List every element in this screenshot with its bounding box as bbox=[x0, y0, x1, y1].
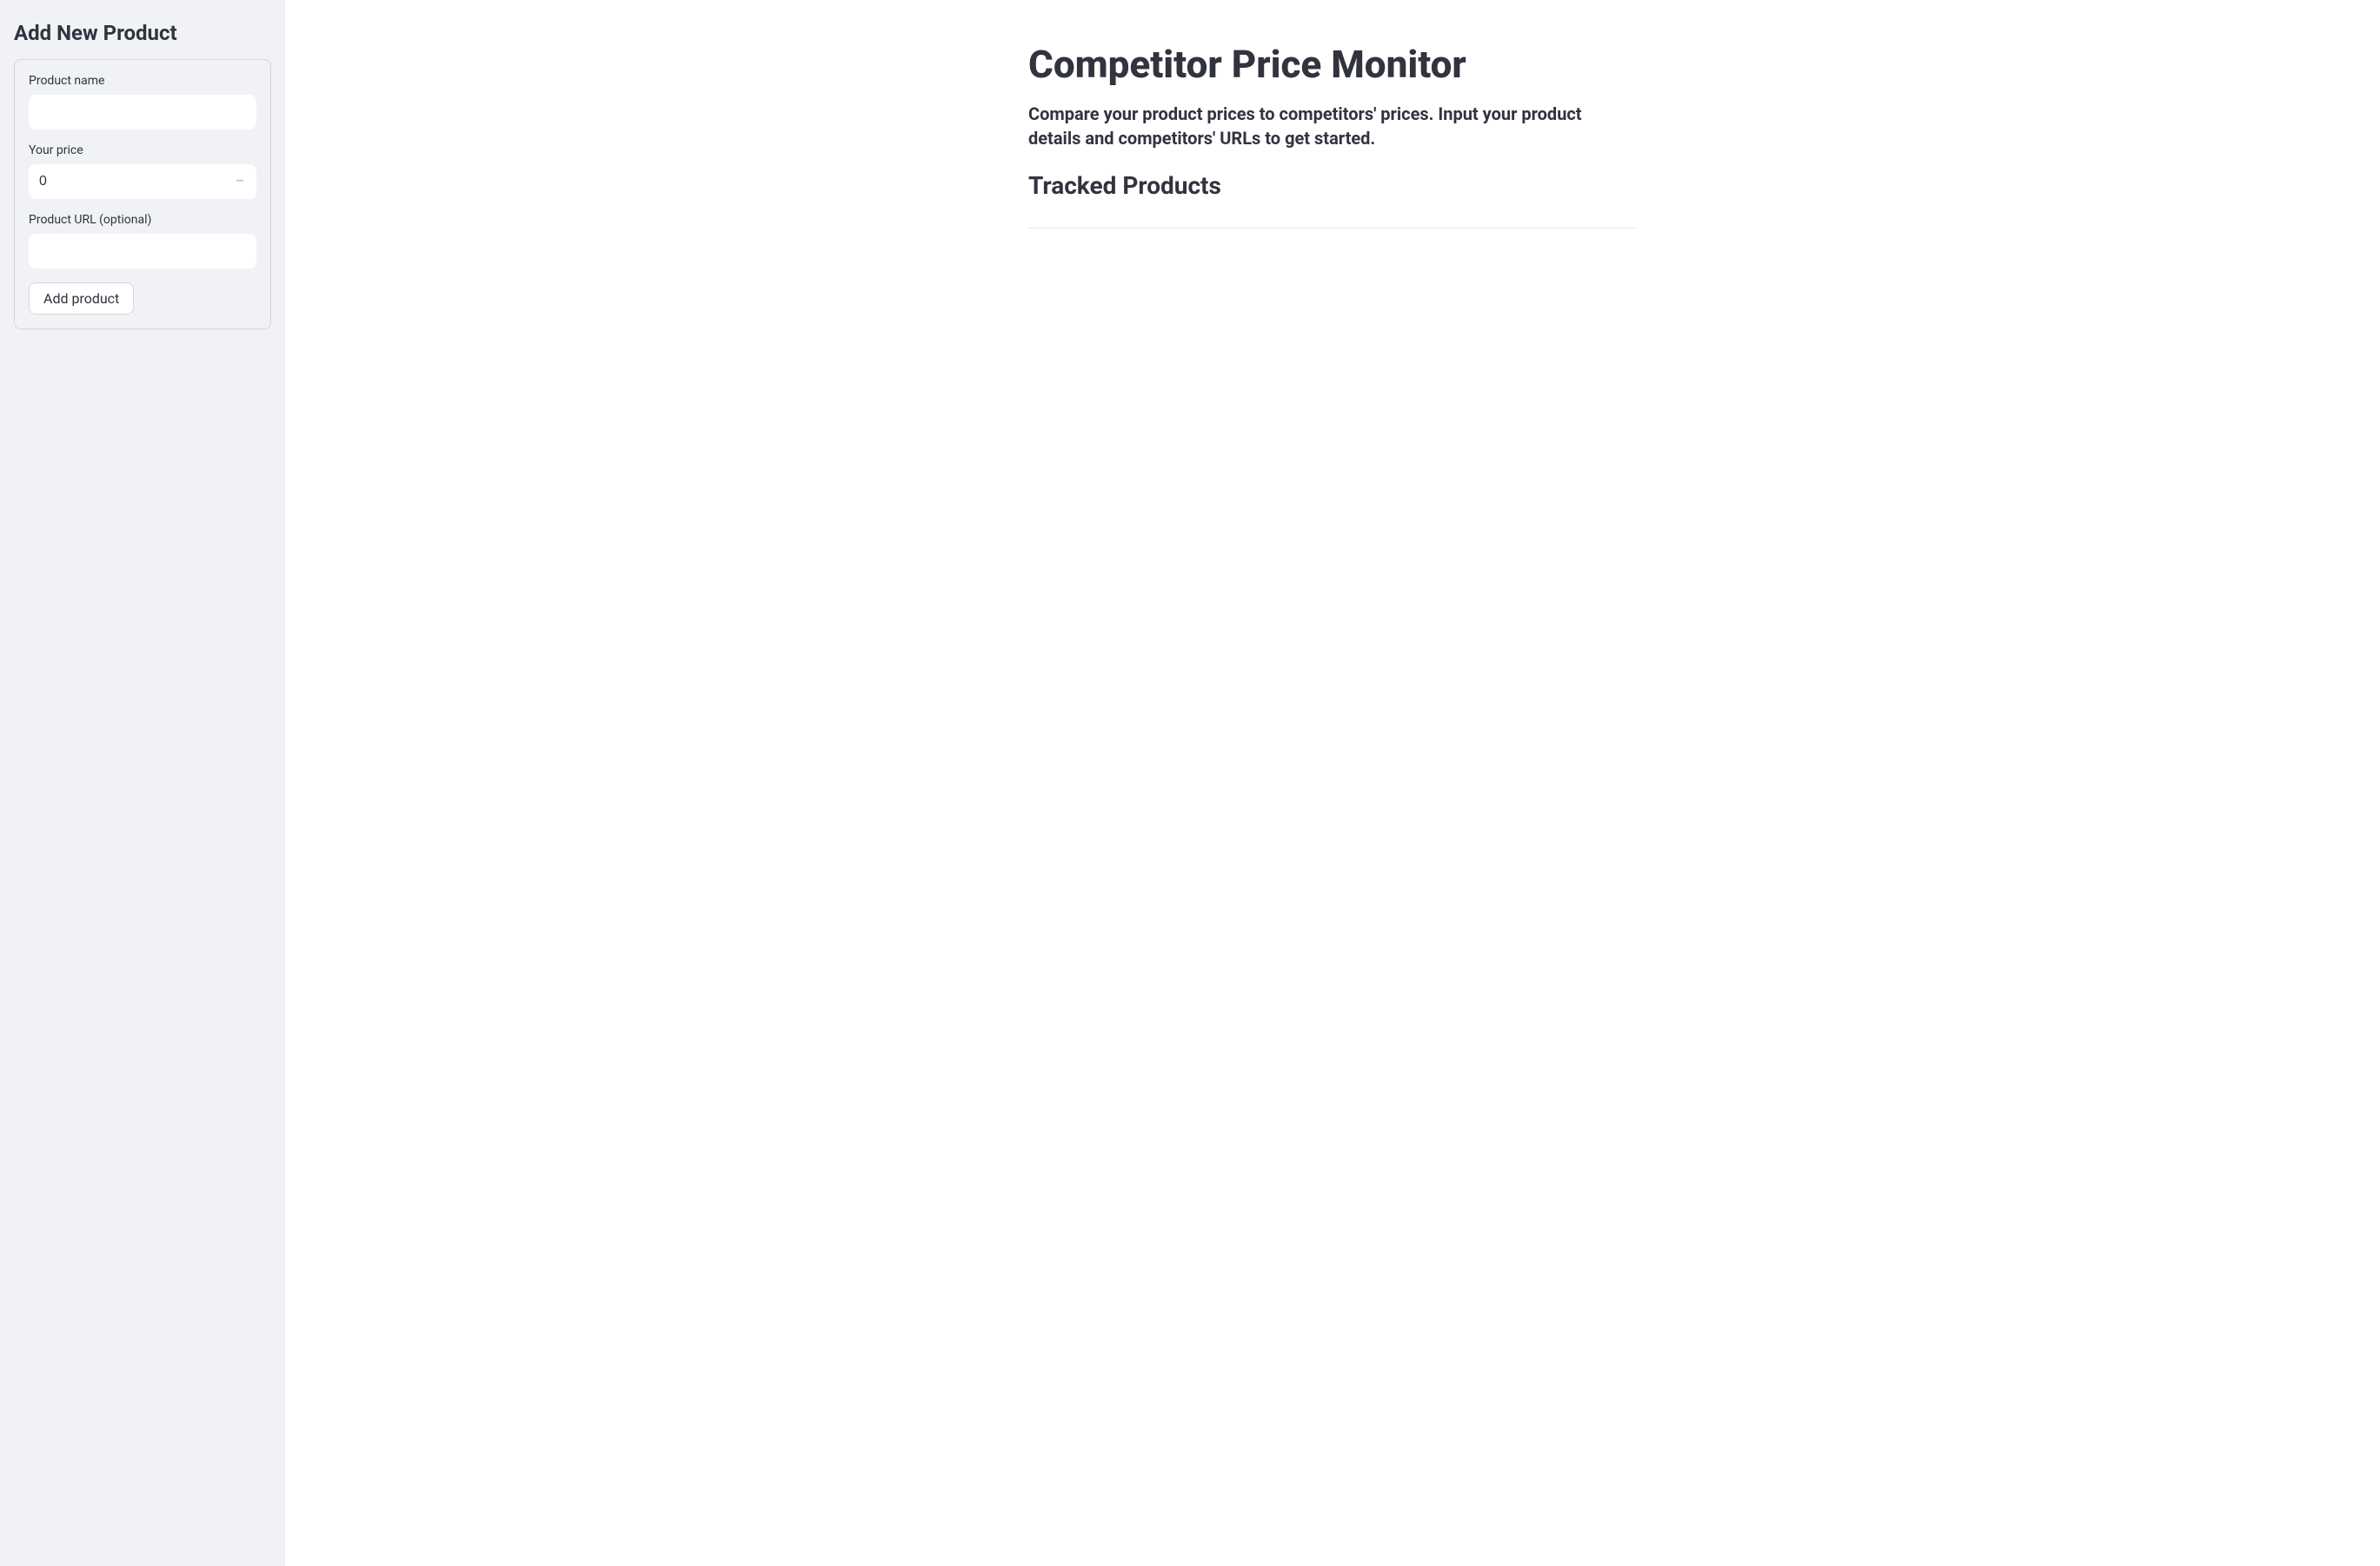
content-inner: Competitor Price Monitor Compare your pr… bbox=[1028, 42, 1637, 1524]
your-price-label: Your price bbox=[29, 143, 256, 157]
product-name-label: Product name bbox=[29, 74, 256, 88]
product-name-group: Product name bbox=[29, 74, 256, 129]
tracked-products-heading: Tracked Products bbox=[1028, 171, 1637, 200]
price-decrement-button[interactable]: − bbox=[229, 171, 250, 192]
page-description: Compare your product prices to competito… bbox=[1028, 102, 1637, 150]
divider bbox=[1028, 228, 1637, 229]
price-increment-button[interactable]: + bbox=[254, 171, 256, 192]
add-product-form: Product name Your price − + Product URL … bbox=[14, 59, 271, 329]
sidebar: Add New Product Product name Your price … bbox=[0, 0, 285, 1566]
add-product-button[interactable]: Add product bbox=[29, 282, 134, 315]
product-url-group: Product URL (optional) bbox=[29, 213, 256, 269]
product-name-input[interactable] bbox=[29, 95, 256, 129]
main-content: Competitor Price Monitor Compare your pr… bbox=[285, 0, 2380, 1566]
product-url-label: Product URL (optional) bbox=[29, 213, 256, 227]
minus-icon: − bbox=[236, 174, 243, 189]
your-price-input[interactable] bbox=[29, 164, 229, 199]
page-title: Competitor Price Monitor bbox=[1028, 42, 1637, 88]
stepper-buttons: − + bbox=[229, 171, 256, 192]
product-url-input[interactable] bbox=[29, 234, 256, 269]
sidebar-heading: Add New Product bbox=[14, 21, 271, 45]
your-price-group: Your price − + bbox=[29, 143, 256, 199]
price-stepper: − + bbox=[29, 164, 256, 199]
